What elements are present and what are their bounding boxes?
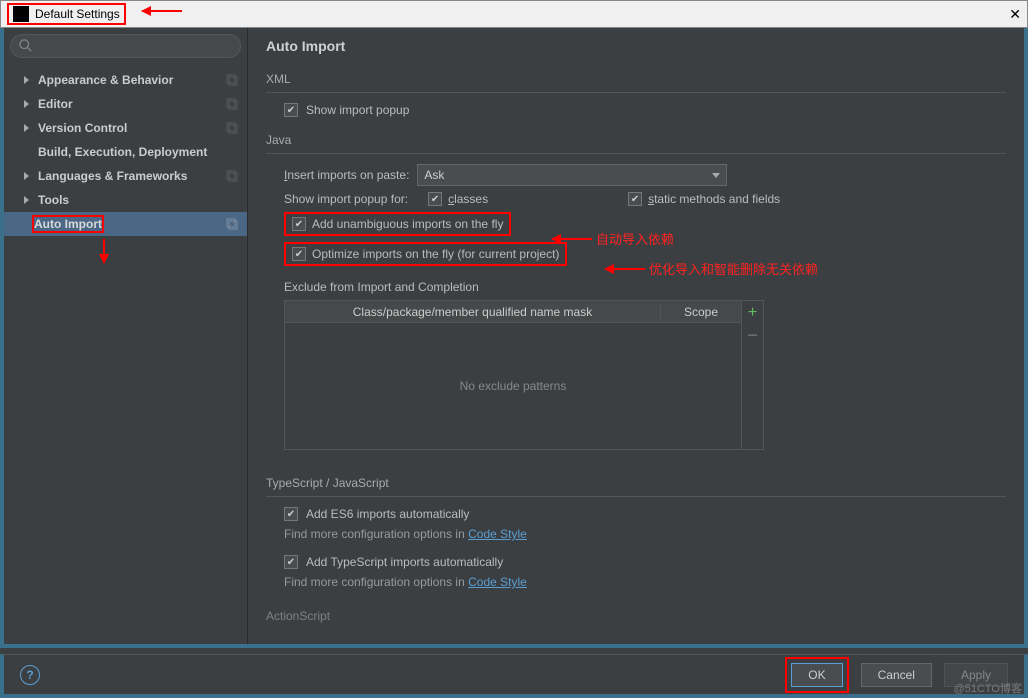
xml-section-label: XML — [266, 72, 1006, 86]
unambiguous-label: Add unambiguous imports on the fly — [312, 217, 503, 231]
add-button[interactable]: + — [742, 301, 763, 325]
search-input[interactable] — [10, 34, 241, 58]
sidebar-item-auto-import[interactable]: Auto Import — [4, 212, 247, 236]
remove-button: − — [742, 325, 763, 349]
chevron-right-icon — [22, 195, 32, 205]
window-title: Default Settings — [35, 7, 120, 21]
ts-imports-checkbox[interactable] — [284, 555, 298, 569]
sidebar-item-vcs[interactable]: Version Control — [4, 116, 247, 140]
ok-button[interactable]: OK — [791, 663, 842, 687]
insert-imports-label: Insert imports on paste: — [284, 168, 409, 182]
actionscript-label: ActionScript — [266, 609, 1006, 623]
chevron-down-icon — [712, 173, 720, 178]
sidebar-item-appearance[interactable]: Appearance & Behavior — [4, 68, 247, 92]
close-icon[interactable]: ✕ — [1009, 6, 1021, 23]
es6-checkbox[interactable] — [284, 507, 298, 521]
copy-icon — [225, 217, 239, 231]
sidebar-item-tools[interactable]: Tools — [4, 188, 247, 212]
static-label: static methods and fields — [648, 192, 780, 206]
ts-section-label: TypeScript / JavaScript — [266, 476, 1006, 490]
chevron-right-icon — [22, 123, 32, 133]
help-button[interactable]: ? — [20, 665, 40, 685]
chevron-right-icon — [22, 171, 32, 181]
settings-tree: Appearance & Behavior Editor Version Con… — [4, 64, 247, 240]
cancel-button[interactable]: Cancel — [861, 663, 932, 687]
show-import-popup-checkbox[interactable] — [284, 103, 298, 117]
ts-imports-label: Add TypeScript imports automatically — [306, 555, 503, 569]
copy-icon — [225, 97, 239, 111]
col-scope[interactable]: Scope — [661, 305, 741, 319]
java-section-label: Java — [266, 133, 1006, 147]
static-checkbox[interactable] — [628, 192, 642, 206]
optimize-checkbox[interactable] — [292, 247, 306, 261]
sidebar-item-build[interactable]: Build, Execution, Deployment — [4, 140, 247, 164]
insert-imports-select[interactable]: Ask — [417, 164, 727, 186]
show-popup-for-label: Show import popup for: — [284, 192, 408, 206]
chevron-right-icon — [22, 75, 32, 85]
sidebar-item-editor[interactable]: Editor — [4, 92, 247, 116]
sidebar-item-languages[interactable]: Languages & Frameworks — [4, 164, 247, 188]
code-style-link[interactable]: Code Style — [468, 527, 527, 541]
exclude-table: Class/package/member qualified name mask… — [284, 300, 764, 450]
sidebar: Appearance & Behavior Editor Version Con… — [4, 28, 248, 644]
watermark: @51CTO博客 — [954, 680, 1022, 696]
code-style-link-2[interactable]: Code Style — [468, 575, 527, 589]
unambiguous-checkbox[interactable] — [292, 217, 306, 231]
button-bar: ? OK Cancel Apply — [0, 654, 1028, 698]
search-icon — [19, 39, 33, 53]
copy-icon — [225, 121, 239, 135]
chevron-right-icon — [22, 99, 32, 109]
show-import-popup-label: Show import popup — [306, 103, 409, 117]
copy-icon — [225, 73, 239, 87]
classes-label: classes — [448, 192, 488, 206]
exclude-label: Exclude from Import and Completion — [284, 280, 1006, 294]
es6-label: Add ES6 imports automatically — [306, 507, 469, 521]
col-mask[interactable]: Class/package/member qualified name mask — [285, 305, 661, 319]
app-icon — [13, 6, 29, 22]
content-panel: Auto Import XML Show import popup Java I… — [248, 28, 1024, 644]
classes-checkbox[interactable] — [428, 192, 442, 206]
page-title: Auto Import — [266, 38, 1006, 54]
copy-icon — [225, 169, 239, 183]
titlebar: Default Settings ✕ — [0, 0, 1028, 28]
table-empty-text: No exclude patterns — [285, 323, 741, 449]
optimize-label: Optimize imports on the fly (for current… — [312, 247, 559, 261]
